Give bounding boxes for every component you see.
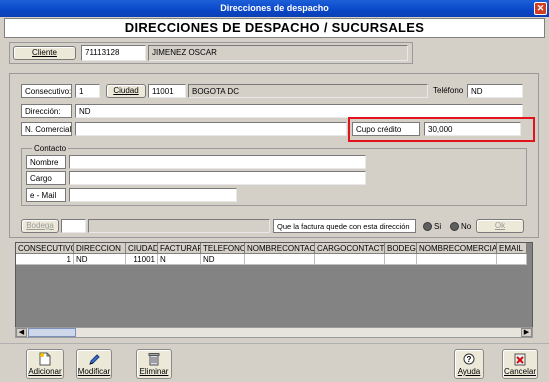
table-cell[interactable]: ND [201, 254, 245, 265]
dialog-window: Direcciones de despacho ✕ DIRECCIONES DE… [0, 0, 549, 382]
column-header[interactable]: FACTURAR [158, 243, 201, 254]
cupo-credito-field[interactable]: 30,000 [424, 122, 521, 136]
cancelar-label: Cancelar [503, 367, 536, 376]
email-field[interactable] [69, 188, 237, 202]
factura-question-label: Que la factura quede con esta dirección [273, 219, 416, 233]
consecutivo-label: Consecutivo: [21, 84, 72, 98]
column-header[interactable]: CARGOCONTACTO [315, 243, 385, 254]
ciudad-name-field: BOGOTA DC [188, 84, 428, 98]
ciudad-code-field[interactable]: 11001 [148, 84, 186, 98]
si-radio[interactable] [423, 222, 432, 231]
title-bar: Direcciones de despacho ✕ [0, 0, 549, 17]
grid-header: CONSECUTIVO DIRECCION CIUDAD FACTURAR TE… [16, 243, 527, 254]
table-cell[interactable]: ND [74, 254, 126, 265]
si-label: Si [434, 222, 442, 231]
column-header[interactable]: NOMBRECOMERCIAL [417, 243, 497, 254]
trash-icon [148, 352, 160, 366]
scroll-right-icon[interactable]: ▶ [521, 328, 532, 337]
direccion-field[interactable]: ND [75, 104, 523, 118]
column-header[interactable]: EMAIL [497, 243, 527, 254]
bodega-name-field [88, 219, 270, 233]
email-label: e - Mail [26, 188, 66, 202]
eliminar-button[interactable]: Eliminar [136, 349, 172, 379]
page-title: DIRECCIONES DE DESPACHO / SUCURSALES [4, 18, 545, 38]
column-header[interactable]: TELEFONO [201, 243, 245, 254]
modificar-button[interactable]: Modificar [76, 349, 112, 379]
adicionar-label: Adicionar [28, 367, 62, 376]
no-label: No [461, 222, 472, 231]
table-cell[interactable]: 11001 [126, 254, 158, 265]
table-cell[interactable] [245, 254, 315, 265]
nombre-label: Nombre [26, 155, 66, 169]
bodega-code-field[interactable] [61, 219, 86, 233]
nombre-field[interactable] [69, 155, 366, 169]
bodega-button[interactable]: Bodega [21, 219, 59, 233]
table-cell[interactable]: N [158, 254, 201, 265]
column-header[interactable]: CONSECUTIVO [16, 243, 74, 254]
consecutivo-field[interactable]: 1 [75, 84, 100, 98]
horizontal-scrollbar[interactable]: ◀ ▶ [15, 327, 533, 338]
cancelar-button[interactable]: Cancelar [502, 349, 538, 379]
ciudad-button[interactable]: Ciudad [106, 84, 146, 98]
table-cell[interactable] [497, 254, 527, 265]
contacto-legend: Contacto [32, 142, 69, 155]
eliminar-label: Eliminar [139, 367, 169, 376]
table-cell[interactable]: 1 [16, 254, 74, 265]
cupo-credito-label: Cupo crédito [352, 122, 420, 136]
cliente-id-field[interactable]: 71113128 [81, 45, 146, 61]
cliente-name-field: JIMENEZ OSCAR [148, 45, 408, 61]
column-header[interactable]: NOMBRECONTACT [245, 243, 315, 254]
table-row[interactable]: 1 ND 11001 N ND [16, 254, 527, 265]
ncomercial-field[interactable] [75, 122, 347, 136]
column-header[interactable]: DIRECCION [74, 243, 126, 254]
ncomercial-label: N. Comercial [21, 122, 72, 136]
cliente-button[interactable]: Cliente [13, 46, 76, 60]
telefono-field[interactable]: ND [467, 84, 523, 98]
scroll-left-icon[interactable]: ◀ [16, 328, 27, 337]
ayuda-label: Ayuda [457, 367, 481, 376]
cargo-field[interactable] [69, 171, 366, 185]
table-cell[interactable] [315, 254, 385, 265]
close-icon[interactable]: ✕ [534, 2, 547, 15]
adicionar-button[interactable]: Adicionar [26, 349, 64, 379]
help-icon: ? [463, 352, 475, 366]
ok-button[interactable]: Ok [476, 219, 524, 233]
no-radio[interactable] [450, 222, 459, 231]
scroll-thumb[interactable] [28, 328, 76, 337]
ayuda-button[interactable]: ? Ayuda [454, 349, 484, 379]
cargo-label: Cargo [26, 171, 66, 185]
svg-text:?: ? [467, 355, 472, 364]
table-cell[interactable] [417, 254, 497, 265]
window-title: Direcciones de despacho [220, 3, 329, 13]
document-add-icon [39, 352, 51, 366]
cancel-icon [514, 352, 526, 366]
pencil-icon [88, 352, 100, 366]
direccion-label: Dirección: [21, 104, 72, 118]
telefono-label: Teléfono [433, 86, 464, 95]
column-header[interactable]: CIUDAD [126, 243, 158, 254]
table-cell[interactable] [385, 254, 417, 265]
modificar-label: Modificar [77, 367, 111, 376]
direcciones-grid[interactable]: CONSECUTIVO DIRECCION CIUDAD FACTURAR TE… [15, 242, 533, 338]
column-header[interactable]: BODEGA [385, 243, 417, 254]
